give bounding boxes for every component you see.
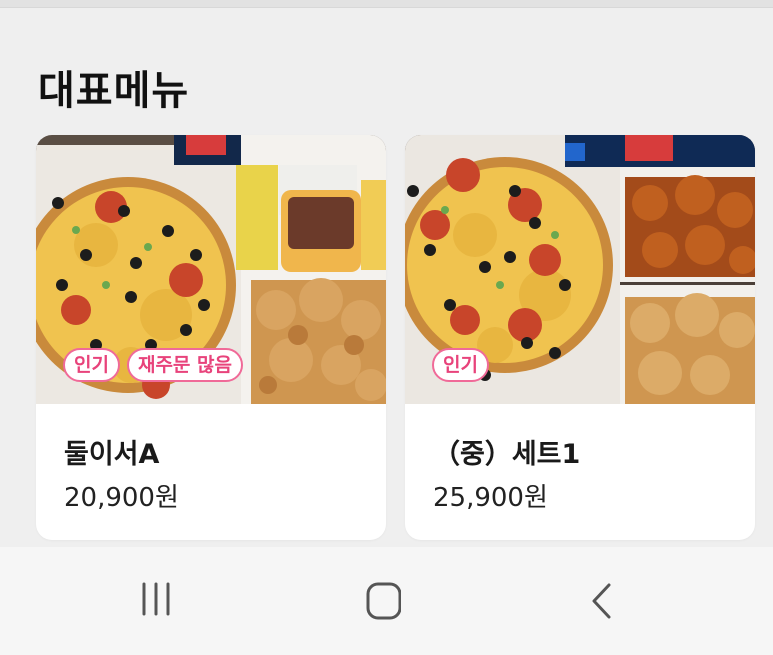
system-navigation-bar xyxy=(0,547,773,655)
badge-group: 인기 xyxy=(432,348,489,382)
status-divider xyxy=(0,0,773,8)
menu-name: 둘이서A xyxy=(64,439,160,470)
recent-apps-icon[interactable] xyxy=(139,581,199,625)
badge-reorder: 재주문 많음 xyxy=(126,348,243,382)
badge-popular: 인기 xyxy=(432,348,489,382)
menu-card[interactable]: 인기 재주문 많음 둘이서A 20,900원 xyxy=(36,135,386,540)
menu-price: 25,900원 xyxy=(433,483,548,513)
section-title: 대표메뉴 xyxy=(38,68,190,114)
home-icon[interactable] xyxy=(355,581,415,625)
menu-card[interactable]: 인기 （중）세트1 25,900원 xyxy=(405,135,755,540)
menu-price: 20,900원 xyxy=(64,483,179,513)
badge-group: 인기 재주문 많음 xyxy=(63,348,243,382)
badge-popular: 인기 xyxy=(63,348,120,382)
menu-name: （중）세트1 xyxy=(433,439,581,470)
back-icon[interactable] xyxy=(572,581,632,625)
